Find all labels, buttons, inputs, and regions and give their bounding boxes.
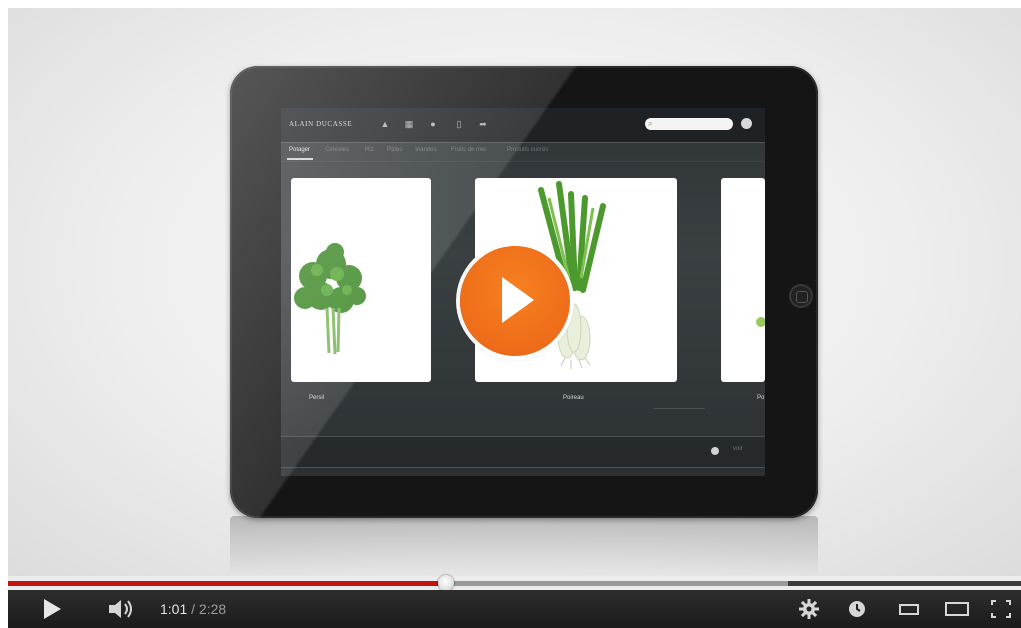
- tablet-reflection: [230, 516, 818, 576]
- small-player-icon: [899, 604, 919, 615]
- bottom-bar-text: voir: [733, 446, 743, 452]
- vegetable-image: [756, 317, 765, 327]
- category-tab: Fruits de mer: [451, 147, 487, 153]
- category-tabs: Potager Céréales Riz Pâtes Viandes Fruit…: [281, 143, 765, 162]
- category-tab: Viandes: [415, 147, 437, 153]
- scrubber-handle[interactable]: [438, 575, 455, 591]
- play-button[interactable]: [30, 590, 74, 628]
- home-button-icon: [789, 284, 813, 308]
- big-play-button[interactable]: [460, 246, 570, 356]
- category-tab: Riz: [365, 147, 374, 153]
- book-icon: ▯: [456, 119, 462, 129]
- category-tab: Pâtes: [387, 147, 403, 153]
- active-tab-indicator: [287, 158, 313, 160]
- info-icon: [711, 447, 719, 455]
- category-tab: Céréales: [325, 147, 350, 153]
- divider: [653, 408, 705, 409]
- grid-icon: ▦: [404, 119, 414, 129]
- watch-later-button[interactable]: [840, 590, 874, 628]
- search-icon: ⌕: [648, 119, 653, 128]
- settings-button[interactable]: [792, 590, 826, 628]
- play-icon: [502, 277, 534, 323]
- share-icon: ➦: [479, 119, 487, 129]
- control-bar: 1:01 / 2:28: [8, 590, 1021, 628]
- product-card-label: Poireau: [563, 395, 584, 401]
- current-time: 1:01: [160, 601, 188, 617]
- product-card: [721, 178, 765, 382]
- large-player-button[interactable]: [940, 590, 974, 628]
- product-card-label: Persil: [309, 395, 325, 401]
- settings-icon: [799, 599, 819, 619]
- watch-later-icon: [849, 601, 865, 617]
- category-tab: Potager: [289, 147, 311, 153]
- progress-bar[interactable]: [8, 575, 1021, 591]
- app-bottom-bar: voir: [281, 436, 765, 468]
- video-frame[interactable]: ALAIN DUCASSE ▲ ▦ ● ▯ ➦ ⌕ Potager Céréal…: [8, 8, 1021, 576]
- product-card-label: Po: [757, 395, 765, 401]
- category-tab: Produits sucrés: [507, 147, 549, 153]
- time-display: 1:01 / 2:28: [160, 590, 226, 628]
- product-card: [291, 178, 431, 382]
- progress-played: [8, 581, 447, 586]
- home-icon: ▲: [380, 119, 390, 129]
- volume-button[interactable]: [100, 590, 144, 628]
- app-top-bar: ALAIN DUCASSE ▲ ▦ ● ▯ ➦ ⌕: [281, 108, 765, 143]
- video-player: ALAIN DUCASSE ▲ ▦ ● ▯ ➦ ⌕ Potager Céréal…: [8, 8, 1021, 628]
- account-icon: [741, 118, 752, 129]
- fullscreen-button[interactable]: [986, 590, 1016, 628]
- app-brand: ALAIN DUCASSE: [289, 120, 353, 128]
- parsley-image: [294, 243, 366, 355]
- small-player-button[interactable]: [892, 590, 926, 628]
- circle-icon: ●: [430, 119, 436, 129]
- volume-icon: [109, 600, 132, 618]
- large-player-icon: [945, 602, 969, 616]
- fullscreen-icon: [991, 600, 1011, 618]
- time-separator: /: [187, 601, 199, 617]
- play-icon: [44, 599, 61, 619]
- search-input: ⌕: [645, 118, 733, 130]
- duration: 2:28: [198, 601, 227, 617]
